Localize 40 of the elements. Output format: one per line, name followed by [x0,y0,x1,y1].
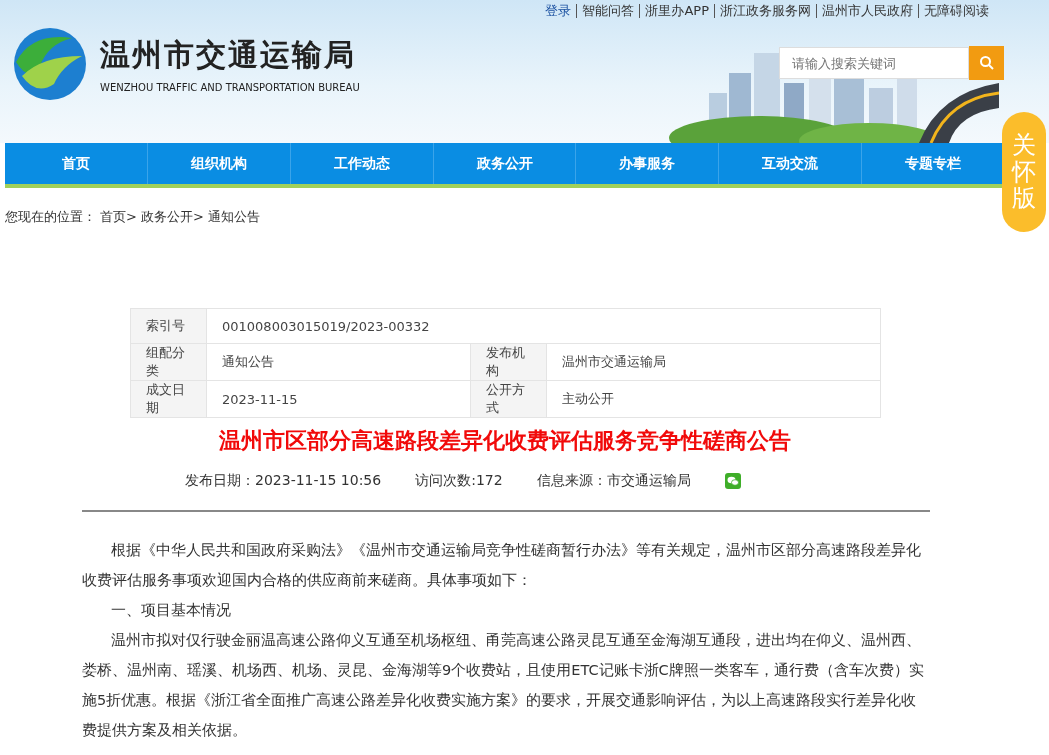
article-title: 温州市区部分高速路段差异化收费评估服务竞争性磋商公告 [218,427,792,455]
breadcrumb-link[interactable]: 通知公告 [207,208,260,226]
search-icon [978,55,995,71]
nav-item[interactable]: 首页 [5,143,148,184]
table-label: 成文日期 [130,380,207,418]
nav-item[interactable]: 政务公开 [433,143,577,184]
top-link[interactable]: 温州市人民政府 [816,4,918,18]
top-link[interactable]: 智能问答 [576,4,640,18]
top-link[interactable]: 浙里办APP [639,4,714,18]
article-meta: 信息来源：市交通运输局 [536,472,691,490]
table-value: 001008003015019/2023-00332 [206,308,881,344]
site-subtitle: WENZHOU TRAFFIC AND TRANSPORTATION BUREAU [100,82,360,93]
top-link[interactable]: 登录 [540,4,577,18]
nav-item[interactable]: 组织机构 [147,143,291,184]
breadcrumb-link[interactable]: 首页> [100,208,137,226]
table-value: 主动公开 [546,380,881,418]
table-label: 组配分类 [130,343,207,381]
table-label: 公开方式 [470,380,547,418]
breadcrumb-label: 您现在的位置： [5,208,96,226]
nav-item[interactable]: 工作动态 [290,143,434,184]
top-link[interactable]: 无障碍阅读 [918,4,994,18]
top-link[interactable]: 浙江政务服务网 [714,4,816,18]
logo-icon [12,26,88,102]
article-meta: 访问次数:172 [415,472,503,490]
table-value: 通知公告 [206,343,471,381]
article-paragraph: 一、项目基本情况 [110,601,232,620]
site-title: 温州市交通运输局 [100,36,357,74]
table-value: 2023-11-15 [206,380,471,418]
table-value: 温州市交通运输局 [546,343,881,381]
article-paragraph: 根据《中华人民共和国政府采购法》《温州市交通运输局竞争性磋商暂行办法》等有关规定，温州市区部分高速路段差异化收费评估服务事项欢迎国内合格的供应商前来磋商。具体事项如下： [82,541,922,590]
article-meta: 发布日期：2023-11-15 10:56 [185,472,382,490]
article-paragraph: 温州市拟对仅行驶金丽温高速公路仰义互通至机场枢纽、甬莞高速公路灵昆互通至金海湖互通段，进出均在仰义、温州西、娄桥、温州南、瑶溪、机场西、机场、灵昆、金海湖等9个收费站，且使用ETC记账卡浙C牌照一类客车，通行费（含车次费）实施5折优惠。根据《浙江省全面推广高速公路差异化收费实施方案》的要求，开展交通影响评估，为以上高速路段实行差异化收费提供方案及相关依据。 [82,631,925,740]
nav-item[interactable]: 互动交流 [719,143,863,184]
search-field[interactable]: 请输入搜索关键词 [779,47,969,79]
table-label: 发布机构 [470,343,547,381]
search-button[interactable] [969,46,1004,80]
nav-item[interactable]: 办事服务 [576,143,720,184]
table-label: 索引号 [130,308,207,344]
breadcrumb-link[interactable]: 政务公开> [140,208,204,226]
wechat-share-icon[interactable] [724,473,741,489]
